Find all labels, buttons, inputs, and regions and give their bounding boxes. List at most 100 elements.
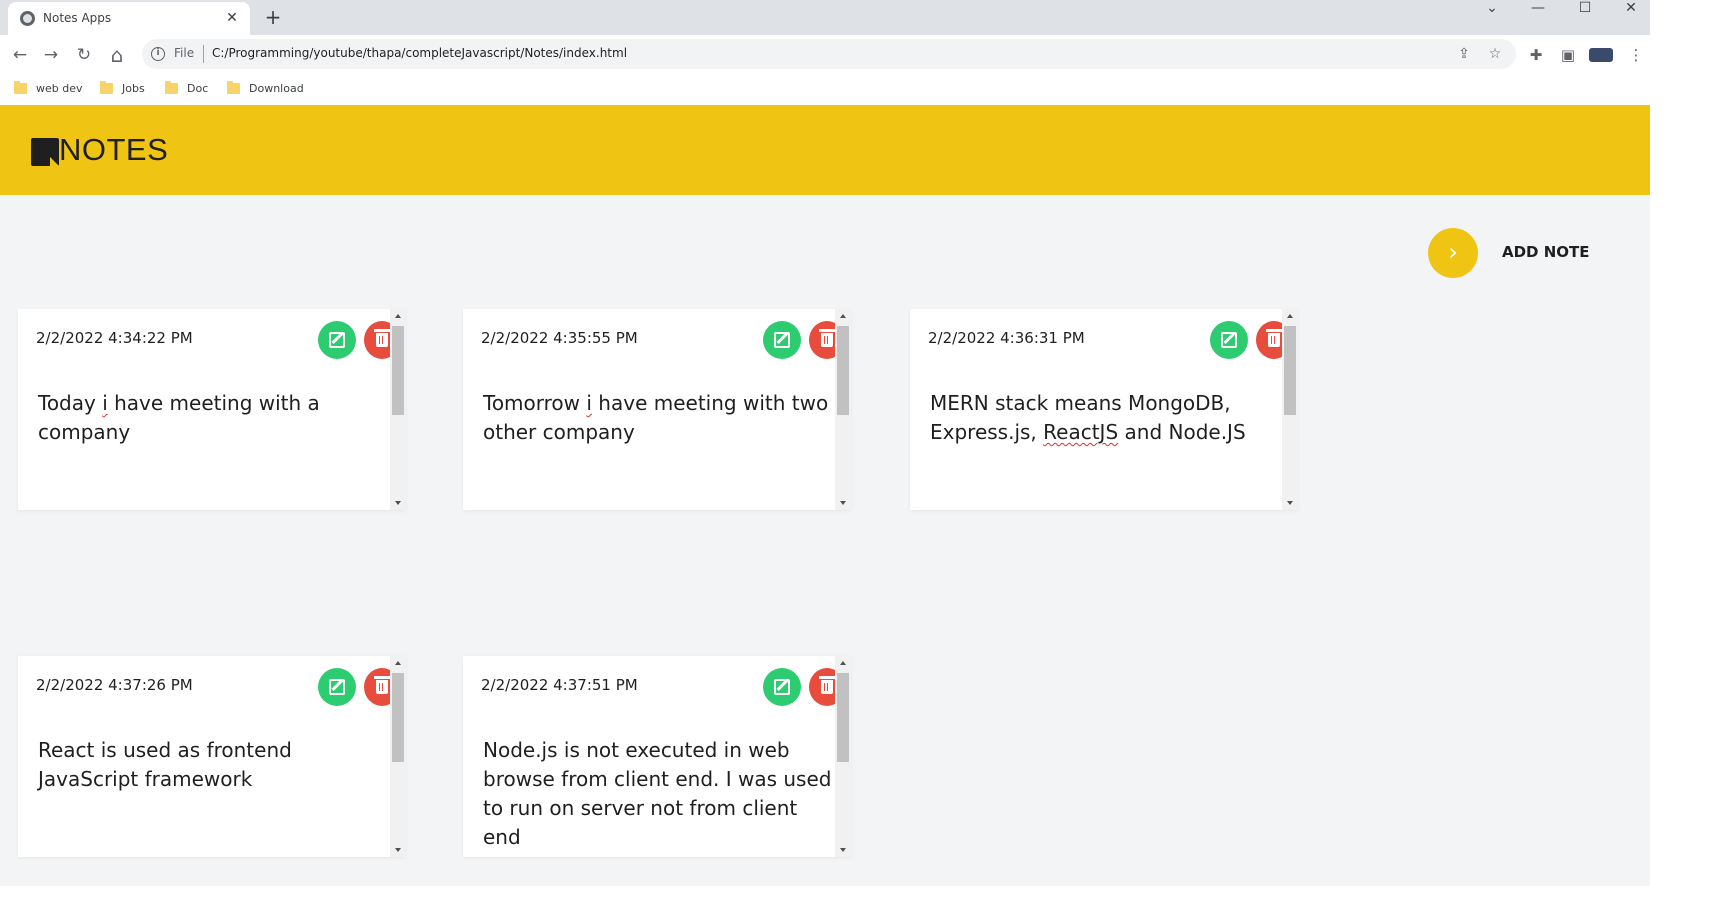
note-timestamp: 2/2/2022 4:37:26 PM	[36, 676, 193, 694]
browser-toolbar: ← → ↻ ⌂ i File C:/Programming/youtube/th…	[0, 35, 1650, 73]
scrollbar-thumb[interactable]	[392, 326, 404, 415]
bookmark-label: Download	[249, 82, 304, 95]
edit-note-button[interactable]	[318, 668, 356, 706]
scroll-down-icon[interactable]	[395, 848, 401, 852]
note-timestamp: 2/2/2022 4:36:31 PM	[928, 329, 1085, 347]
note-text-part: Tomorrow	[483, 391, 587, 415]
edit-note-button[interactable]	[763, 668, 801, 706]
info-icon[interactable]: i	[151, 47, 165, 61]
note-scrollbar[interactable]	[390, 309, 406, 510]
reload-icon[interactable]: ↻	[73, 44, 95, 66]
home-icon[interactable]: ⌂	[106, 44, 128, 66]
note-text-part: and Node.JS	[1118, 420, 1246, 444]
scroll-down-icon[interactable]	[1287, 501, 1293, 505]
bookmark-download[interactable]: Download	[227, 81, 304, 97]
tab-title: Notes Apps	[43, 11, 112, 25]
scroll-up-icon[interactable]	[840, 661, 846, 665]
edit-note-button[interactable]	[318, 321, 356, 359]
bookmark-web-dev[interactable]: web dev	[14, 81, 83, 97]
note-text-misspelled: ReactJS	[1043, 420, 1119, 444]
scrollbar-thumb[interactable]	[837, 326, 849, 415]
bookmark-label: Doc	[187, 82, 209, 95]
folder-icon	[165, 81, 178, 94]
trash-icon	[819, 676, 835, 694]
note-scrollbar[interactable]	[390, 656, 406, 857]
note-textarea[interactable]: MERN stack means MongoDB, Express.js, Re…	[930, 389, 1280, 447]
bookmarks-bar: web dev Jobs Doc Download	[0, 73, 1650, 105]
note-card: 2/2/2022 4:36:31 PM MERN stack means Mon…	[910, 309, 1298, 510]
sticky-note-icon	[31, 138, 59, 166]
note-text-part: Today	[38, 391, 103, 415]
note-textarea[interactable]: React is used as frontend JavaScript fra…	[38, 736, 388, 794]
trash-icon	[374, 676, 390, 694]
edit-note-button[interactable]	[763, 321, 801, 359]
bookmark-label: web dev	[36, 82, 83, 95]
trash-icon	[819, 329, 835, 347]
scroll-up-icon[interactable]	[395, 661, 401, 665]
note-textarea[interactable]: Node.js is not executed in web browse fr…	[483, 736, 833, 852]
note-card: 2/2/2022 4:37:26 PM React is used as fro…	[18, 656, 406, 857]
edit-note-button[interactable]	[1210, 321, 1248, 359]
app-logo-text: NOTES	[59, 132, 169, 167]
folder-icon	[100, 81, 113, 94]
note-scrollbar[interactable]	[835, 309, 851, 510]
extensions-icon[interactable]: ✚	[1525, 44, 1547, 66]
note-scrollbar[interactable]	[835, 656, 851, 857]
add-note-label[interactable]: ADD NOTE	[1502, 243, 1590, 261]
profile-avatar-icon[interactable]	[1589, 44, 1615, 66]
share-icon[interactable]: ⇪	[1455, 45, 1473, 63]
bookmark-doc[interactable]: Doc	[165, 81, 208, 97]
minimize-icon[interactable]: —	[1523, 0, 1553, 16]
scrollbar-thumb[interactable]	[1284, 326, 1296, 415]
note-text-part: React is used as frontend JavaScript fra…	[38, 738, 292, 791]
close-window-icon[interactable]: ✕	[1616, 0, 1646, 16]
note-scrollbar[interactable]	[1282, 309, 1298, 510]
scroll-down-icon[interactable]	[395, 501, 401, 505]
edit-icon	[774, 679, 790, 695]
bookmark-jobs[interactable]: Jobs	[100, 81, 145, 97]
add-note-button[interactable]: ›	[1428, 228, 1478, 278]
note-timestamp: 2/2/2022 4:37:51 PM	[481, 676, 638, 694]
scroll-down-icon[interactable]	[840, 848, 846, 852]
note-timestamp: 2/2/2022 4:34:22 PM	[36, 329, 193, 347]
scroll-down-icon[interactable]	[840, 501, 846, 505]
edit-icon	[774, 332, 790, 348]
trash-icon	[1266, 329, 1282, 347]
scroll-up-icon[interactable]	[1287, 314, 1293, 318]
tab-close-icon[interactable]: ✕	[222, 8, 242, 28]
note-textarea[interactable]: Today i have meeting with a company	[38, 389, 388, 447]
side-panel-icon[interactable]: ▣	[1557, 44, 1579, 66]
notes-page: NOTES › ADD NOTE 2/2/2022 4:34:22 PM Tod…	[0, 105, 1650, 886]
url-text[interactable]: C:/Programming/youtube/thapa/completeJav…	[212, 46, 627, 60]
scroll-up-icon[interactable]	[840, 314, 846, 318]
bookmark-star-icon[interactable]: ☆	[1486, 45, 1504, 63]
edit-icon	[329, 332, 345, 348]
note-textarea[interactable]: Tomorrow i have meeting with two other c…	[483, 389, 833, 447]
note-card: 2/2/2022 4:34:22 PM Today i have meeting…	[18, 309, 406, 510]
folder-icon	[227, 81, 240, 94]
trash-icon	[374, 329, 390, 347]
scrollbar-thumb[interactable]	[837, 673, 849, 762]
folder-icon	[14, 81, 27, 94]
note-card: 2/2/2022 4:35:55 PM Tomorrow i have meet…	[463, 309, 851, 510]
menu-icon[interactable]: ⋮	[1625, 44, 1647, 66]
scheme-label: File	[174, 46, 195, 60]
scroll-up-icon[interactable]	[395, 314, 401, 318]
app-header: NOTES	[0, 105, 1650, 195]
tab-search-icon[interactable]: ⌄	[1477, 0, 1507, 16]
bookmark-label: Jobs	[122, 82, 145, 95]
new-tab-icon[interactable]: +	[262, 6, 284, 28]
edit-icon	[1221, 332, 1237, 348]
omnibox-divider	[203, 45, 204, 63]
note-text-part: Node.js is not executed in web browse fr…	[483, 738, 832, 849]
note-card: 2/2/2022 4:37:51 PM Node.js is not execu…	[463, 656, 851, 857]
back-icon[interactable]: ←	[9, 44, 31, 66]
forward-icon[interactable]: →	[40, 44, 62, 66]
browser-window: Notes Apps ✕ + ⌄ — ☐ ✕ ← → ↻ ⌂ i File C:…	[0, 0, 1650, 886]
maximize-icon[interactable]: ☐	[1570, 0, 1600, 16]
scrollbar-thumb[interactable]	[392, 673, 404, 762]
globe-icon	[20, 11, 35, 26]
address-bar[interactable]: i File C:/Programming/youtube/thapa/comp…	[142, 39, 1516, 69]
edit-icon	[329, 679, 345, 695]
browser-tab[interactable]: Notes Apps ✕	[8, 2, 250, 35]
